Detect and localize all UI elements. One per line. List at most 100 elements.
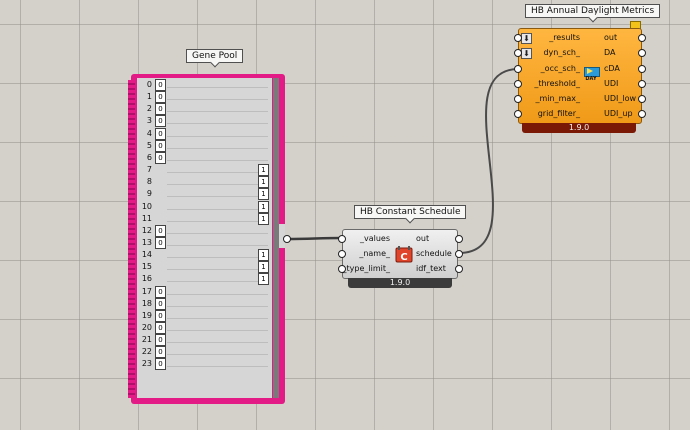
daylight-metrics-title-bubble: HB Annual Daylight Metrics xyxy=(525,4,661,18)
daylight-metrics-title: HB Annual Daylight Metrics xyxy=(531,6,655,16)
gene-track xyxy=(167,232,268,234)
cs-output-out[interactable]: out xyxy=(416,234,429,244)
gene-track xyxy=(167,342,268,344)
dm-input-dyn-sch[interactable]: dyn_sch_ xyxy=(543,48,580,58)
dm-port-cda[interactable] xyxy=(638,65,646,73)
dm-version: 1.9.0 xyxy=(568,123,590,132)
gene-track xyxy=(167,257,268,259)
gene-value-slider[interactable]: 0 xyxy=(155,236,166,249)
gene-pool-output-port[interactable] xyxy=(283,235,291,243)
gene-value-slider[interactable]: 1 xyxy=(258,164,269,177)
dm-input-grid-filter[interactable]: grid_filter_ xyxy=(538,109,580,119)
gene-index: 22 xyxy=(141,347,152,357)
dm-port-occ-sch[interactable] xyxy=(514,65,522,73)
gene-value-slider[interactable]: 1 xyxy=(258,249,269,262)
gene-track xyxy=(167,354,268,356)
gene-pool-title-bubble: Gene Pool xyxy=(186,49,244,63)
gene-index: 21 xyxy=(141,335,152,345)
gene-pool-component[interactable]: 0 0 1 0 2 0 3 0 4 0 5 0 6 0 7 1 8 1 9 1 10 1 11 1 12 0 13 0 14 1 15 1 16… xyxy=(128,74,285,404)
cs-output-schedule[interactable]: schedule xyxy=(416,249,452,259)
dm-port-dyn-sch[interactable] xyxy=(514,49,522,57)
gene-row: 12 0 xyxy=(137,224,272,237)
dm-output-cda[interactable]: cDA xyxy=(604,64,620,74)
dm-output-out[interactable]: out xyxy=(604,33,617,43)
cs-input-name[interactable]: _name_ xyxy=(359,249,390,259)
dm-port-threshold[interactable] xyxy=(514,80,522,88)
dm-port-udi-up[interactable] xyxy=(638,110,646,118)
gene-index: 8 xyxy=(146,177,152,187)
gene-value-slider[interactable]: 0 xyxy=(155,115,166,128)
wire-genepool-to-values[interactable] xyxy=(286,236,343,241)
cs-output-idf-text[interactable]: idf_text xyxy=(416,264,446,274)
dm-port-results[interactable] xyxy=(514,34,522,42)
dm-input-min-max[interactable]: _min_max_ xyxy=(535,94,580,104)
gene-index: 5 xyxy=(146,140,152,150)
constant-schedule-component[interactable]: _values _name_ _type_limit_ out schedule… xyxy=(342,229,458,289)
cs-input-values[interactable]: _values xyxy=(360,234,390,244)
wire-schedule-to-occ-sch[interactable] xyxy=(458,68,519,254)
gene-value-slider[interactable]: 1 xyxy=(258,212,269,225)
cs-port-schedule[interactable] xyxy=(455,250,463,258)
dm-port-grid-filter[interactable] xyxy=(514,110,522,118)
gene-value-slider[interactable]: 1 xyxy=(258,273,269,286)
constant-schedule-title: HB Constant Schedule xyxy=(360,207,461,217)
gene-value-slider[interactable]: 1 xyxy=(258,261,269,274)
dm-port-da[interactable] xyxy=(638,49,646,57)
dm-input-occ-sch[interactable]: _occ_sch_ xyxy=(541,64,580,74)
dm-port-udi-low[interactable] xyxy=(638,95,646,103)
gene-value-slider[interactable]: 0 xyxy=(155,285,166,298)
dm-port-udi[interactable] xyxy=(638,80,646,88)
gene-value-slider[interactable]: 0 xyxy=(155,358,166,371)
gene-value-slider[interactable]: 0 xyxy=(155,139,166,152)
gene-value-slider[interactable]: 0 xyxy=(155,297,166,310)
results-arrow-icon: ⬇ xyxy=(521,33,532,44)
cs-port-type-limit[interactable] xyxy=(338,265,346,273)
gene-index: 2 xyxy=(146,104,152,114)
cs-input-type-limit[interactable]: _type_limit_ xyxy=(343,264,390,274)
gene-value-slider[interactable]: 1 xyxy=(258,200,269,213)
daylight-icon: DAY xyxy=(582,66,600,84)
dm-input-threshold[interactable]: _threshold_ xyxy=(534,79,580,89)
gene-value-slider[interactable]: 0 xyxy=(155,127,166,140)
gene-track xyxy=(167,87,268,88)
gene-value-slider[interactable]: 0 xyxy=(155,103,166,116)
gene-value-slider[interactable]: 0 xyxy=(155,346,166,359)
gene-track xyxy=(167,281,268,283)
gene-pool-edge xyxy=(128,80,135,398)
dm-output-udi-up[interactable]: UDI_up xyxy=(604,109,633,119)
gene-track xyxy=(167,196,268,198)
gene-index: 4 xyxy=(146,128,152,138)
gene-pool-title: Gene Pool xyxy=(192,51,238,61)
gene-value-slider[interactable]: 0 xyxy=(155,309,166,322)
cs-port-out[interactable] xyxy=(455,235,463,243)
gene-index: 13 xyxy=(141,237,152,247)
gene-index: 15 xyxy=(141,262,152,272)
cs-port-idf-text[interactable] xyxy=(455,265,463,273)
dm-output-udi-low[interactable]: UDI_low xyxy=(604,94,636,104)
dm-port-out[interactable] xyxy=(638,34,646,42)
gene-value-slider[interactable]: 0 xyxy=(155,334,166,347)
gene-row: 11 1 xyxy=(137,212,272,225)
gene-track xyxy=(167,269,268,271)
cs-version: 1.9.0 xyxy=(389,278,411,287)
gene-row: 20 0 xyxy=(137,322,272,334)
cs-version-bar: 1.9.0 xyxy=(348,278,452,288)
dm-output-udi[interactable]: UDI xyxy=(604,79,618,89)
dm-input-results[interactable]: _results xyxy=(549,33,580,43)
gene-row: 22 0 xyxy=(137,346,272,359)
gene-index: 19 xyxy=(141,310,152,320)
cs-port-values[interactable] xyxy=(338,235,346,243)
dm-output-da[interactable]: DA xyxy=(604,48,616,58)
gene-value-slider[interactable]: 0 xyxy=(155,224,166,237)
gene-value-slider[interactable]: 1 xyxy=(258,188,269,201)
dm-port-min-max[interactable] xyxy=(514,95,522,103)
daylight-metrics-component[interactable]: ⬇ ⬇ _results dyn_sch_ _occ_sch_ _thresho… xyxy=(518,28,642,134)
gene-value-slider[interactable]: 0 xyxy=(155,322,166,334)
gene-value-slider[interactable]: 0 xyxy=(155,79,166,91)
gene-value-slider[interactable]: 1 xyxy=(258,176,269,189)
gene-row: 60 xyxy=(137,151,272,164)
gene-index: 17 xyxy=(141,286,152,296)
gene-value-slider[interactable]: 0 xyxy=(155,151,166,164)
gene-value-slider[interactable]: 0 xyxy=(155,91,166,104)
cs-port-name[interactable] xyxy=(338,250,346,258)
